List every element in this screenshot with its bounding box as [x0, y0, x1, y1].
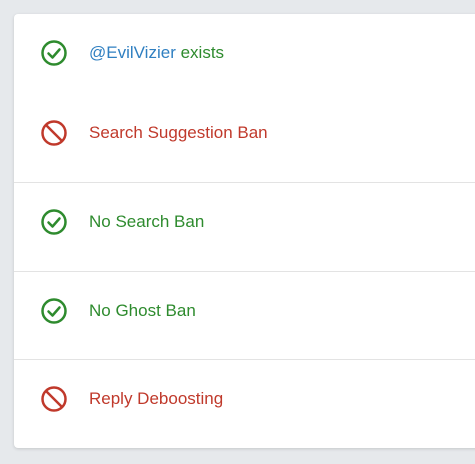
- row-divider: [14, 359, 475, 360]
- check-circle-icon: [41, 298, 67, 324]
- check-row-reply-deboosting: Reply Deboosting: [14, 382, 475, 416]
- check-circle-icon: [41, 209, 67, 235]
- row-divider: [14, 182, 475, 183]
- check-label-ghost-ban: No Ghost Ban: [89, 301, 196, 320]
- check-label-reply-deboosting: Reply Deboosting: [89, 389, 224, 408]
- user-handle-link[interactable]: @EvilVizier: [89, 43, 176, 62]
- row-divider: [14, 271, 475, 272]
- check-label-search-ban: No Search Ban: [89, 212, 205, 231]
- prohibited-icon: [41, 386, 67, 412]
- results-card: @EvilVizier exists Search Suggestion Ban…: [14, 14, 475, 448]
- check-label-search-suggestion-ban: Search Suggestion Ban: [89, 123, 268, 142]
- check-circle-icon: [41, 40, 67, 66]
- check-label-text: exists: [175, 43, 225, 62]
- check-row-ghost-ban: No Ghost Ban: [14, 294, 475, 328]
- check-label-user-exists: @EvilVizier exists: [89, 43, 224, 63]
- prohibited-icon: [41, 120, 67, 146]
- check-row-user-exists: @EvilVizier exists: [14, 36, 475, 70]
- check-row-search-suggestion-ban: Search Suggestion Ban: [14, 116, 475, 150]
- check-row-search-ban: No Search Ban: [14, 205, 475, 239]
